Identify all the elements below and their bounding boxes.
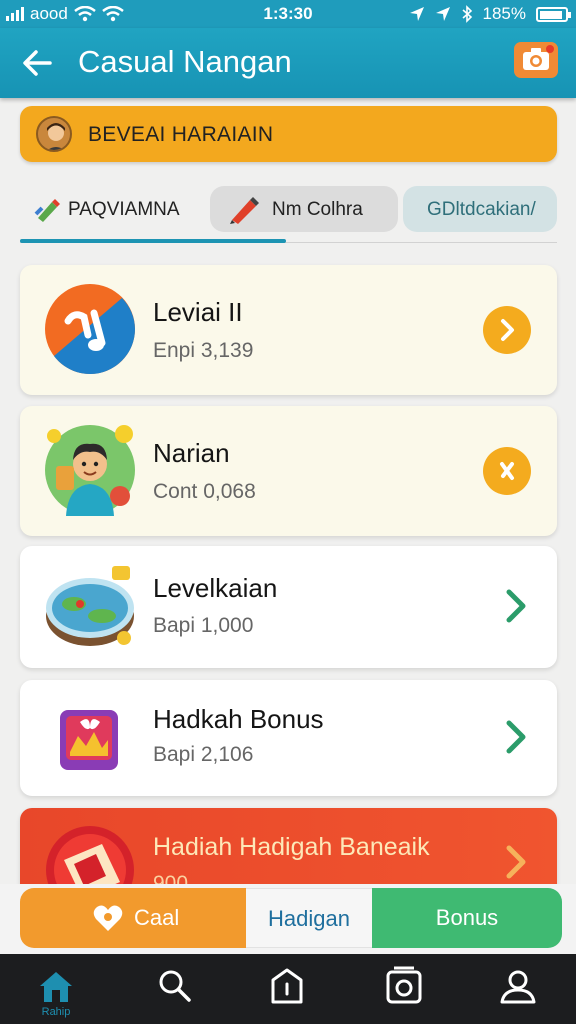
- page-title: Casual Nangan: [78, 44, 292, 79]
- board-icon: [46, 566, 134, 646]
- item-subtitle: Bapi 1,000: [153, 614, 254, 637]
- item-title: Leviai II: [153, 297, 243, 327]
- announcement-banner[interactable]: BEVEAI HARAIAIN: [20, 106, 557, 162]
- open-button[interactable]: [483, 306, 531, 354]
- avatar: [36, 116, 72, 152]
- chevron-right-icon[interactable]: [501, 586, 531, 626]
- pencil-icon: [34, 199, 60, 222]
- profile-icon[interactable]: [498, 966, 538, 1006]
- status-right: 185%: [409, 4, 571, 24]
- segmented-control: Caal Hadigan Bonus: [0, 884, 576, 954]
- segment-hadigan[interactable]: Hadigan: [246, 888, 372, 948]
- list-item[interactable]: Levelkaian Bapi 1,000: [20, 546, 557, 668]
- chevron-right-icon[interactable]: [501, 842, 531, 882]
- item-title: Hadiah Hadigah Baneaik: [153, 833, 430, 861]
- shopping-bag-icon[interactable]: [267, 966, 307, 1006]
- tab-nm-colhra[interactable]: Nm Colhra: [210, 186, 398, 232]
- back-arrow-icon[interactable]: [20, 46, 54, 80]
- item-subtitle: Bapi 2,106: [153, 743, 254, 766]
- tab-gdltdcakian[interactable]: GDltdcakian/: [403, 186, 557, 232]
- segment-label: Caal: [134, 905, 180, 930]
- segment-bonus[interactable]: Bonus: [372, 888, 562, 948]
- chevron-right-icon[interactable]: [501, 717, 531, 757]
- tab-label: Nm Colhra: [272, 199, 363, 220]
- tab-label: PAQVIAMNA: [68, 199, 180, 220]
- app-header: Casual Nangan: [0, 28, 576, 98]
- camera-button[interactable]: [514, 42, 558, 78]
- item-title: Hadkah Bonus: [153, 704, 324, 734]
- bluetooth-icon: [461, 5, 472, 23]
- list-item[interactable]: Leviai II Enpi 3,139: [20, 265, 557, 395]
- item-title: Narian: [153, 438, 230, 468]
- bottom-nav: Rahip: [0, 954, 576, 1024]
- banner-text: BEVEAI HARAIAIN: [88, 123, 274, 146]
- close-icon: [500, 462, 514, 480]
- gallery-icon[interactable]: [384, 966, 424, 1006]
- battery-percent: 185%: [482, 4, 526, 23]
- item-subtitle: Cont 0,068: [153, 480, 256, 503]
- heart-icon: [93, 905, 123, 931]
- chevron-right-icon: [501, 319, 514, 341]
- location-icon: [435, 7, 450, 21]
- list-item[interactable]: Hadkah Bonus Bapi 2,106: [20, 680, 557, 796]
- home-icon[interactable]: [36, 966, 76, 1006]
- tab-paqviamna[interactable]: PAQVIAMNA: [20, 186, 205, 232]
- active-tab-indicator: [20, 239, 286, 243]
- tab-label: GDltdcakian/: [427, 199, 536, 220]
- character-icon: [45, 425, 135, 516]
- item-subtitle: Enpi 3,139: [153, 339, 254, 362]
- battery-icon: [536, 6, 571, 22]
- location-icon: [409, 7, 424, 21]
- gift-box-icon: [60, 710, 118, 770]
- item-title: Levelkaian: [153, 573, 278, 603]
- nav-home-label: Rahip: [41, 1006, 71, 1018]
- list-item[interactable]: Narian Cont 0,068: [20, 406, 557, 536]
- search-icon[interactable]: [155, 966, 195, 1006]
- status-bar: aood 1:3:30 185%: [0, 0, 576, 28]
- segment-caal[interactable]: Caal: [20, 888, 246, 948]
- open-button[interactable]: [483, 447, 531, 495]
- music-icon: [45, 284, 135, 374]
- pencil-icon: [230, 197, 259, 224]
- camera-icon: [523, 45, 554, 70]
